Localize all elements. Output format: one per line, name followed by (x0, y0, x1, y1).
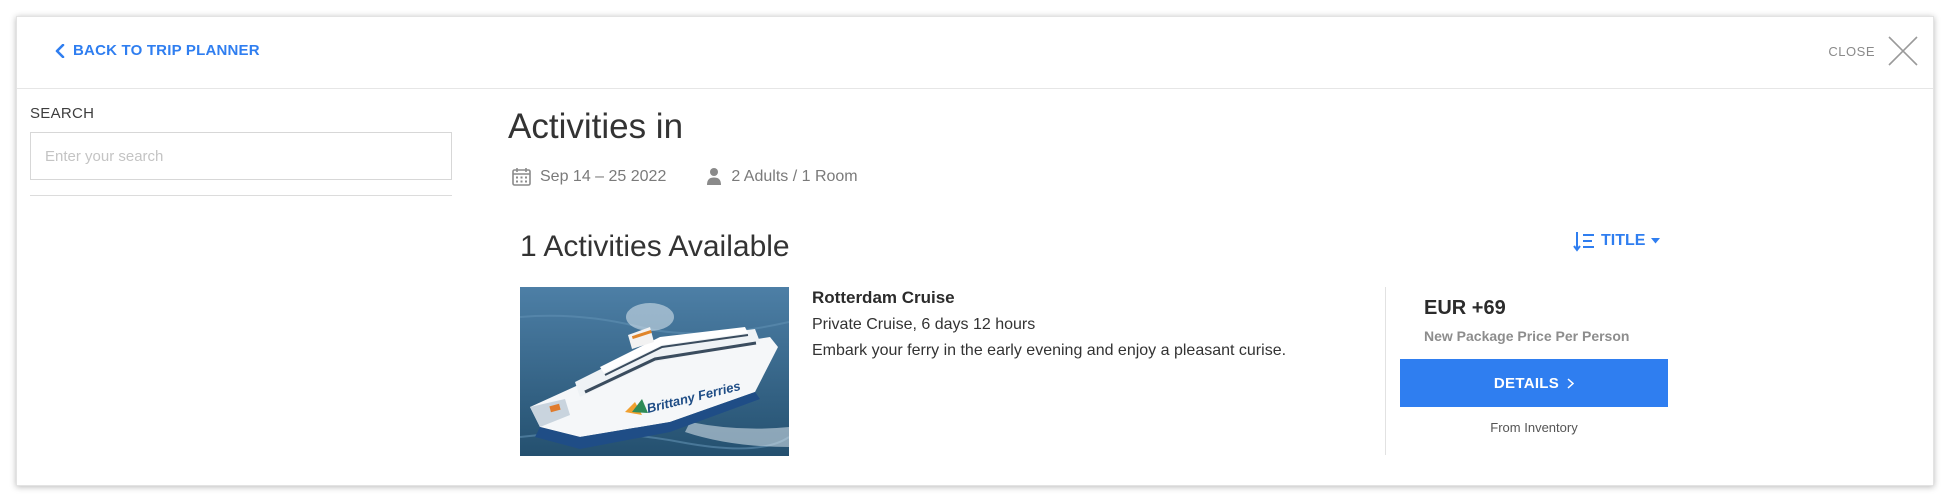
source-note: From Inventory (1490, 420, 1578, 435)
close-label: CLOSE (1828, 43, 1875, 59)
back-link-label: BACK TO TRIP PLANNER (73, 42, 260, 59)
activities-modal: BACK TO TRIP PLANNER CLOSE SEARCH Activi… (16, 16, 1934, 486)
trip-guests: 2 Adults / 1 Room (706, 167, 858, 186)
close-button[interactable]: CLOSE (1828, 35, 1919, 67)
calendar-icon (512, 168, 531, 186)
sort-label: TITLE (1601, 232, 1646, 249)
price-column: EUR +69 New Package Price Per Person DET… (1400, 287, 1682, 435)
sidebar-divider (30, 195, 452, 196)
details-button[interactable]: DETAILS (1400, 359, 1668, 407)
trip-dates: Sep 14 – 25 2022 (512, 167, 666, 186)
results-count: 1 Activities Available (520, 230, 790, 263)
close-icon (1888, 36, 1918, 66)
sort-dropdown[interactable]: TITLE (1573, 230, 1661, 252)
activity-price: EUR +69 (1424, 297, 1506, 319)
ferry-illustration: Brittany Ferries (520, 287, 789, 456)
caret-down-icon (1651, 238, 1661, 244)
trip-guests-text: 2 Adults / 1 Room (731, 167, 858, 185)
details-button-label: DETAILS (1493, 374, 1560, 392)
card-divider (1385, 287, 1386, 455)
back-to-trip-planner-link[interactable]: BACK TO TRIP PLANNER (55, 42, 260, 59)
trip-meta: Sep 14 – 25 2022 2 Adults / 1 Room (512, 167, 858, 186)
activity-info: Rotterdam Cruise Private Cruise, 6 days … (812, 288, 1372, 360)
activity-description: Embark your ferry in the early evening a… (812, 342, 1287, 359)
activity-card: Brittany Ferries Rotterdam Cruise Privat… (520, 287, 1682, 473)
chevron-left-icon (55, 43, 65, 58)
sort-icon (1573, 232, 1594, 252)
activity-name: Rotterdam Cruise (812, 288, 955, 307)
chevron-right-icon (1567, 377, 1575, 389)
person-icon (707, 168, 722, 185)
page-title: Activities in (508, 107, 684, 146)
modal-header: BACK TO TRIP PLANNER CLOSE (17, 17, 1933, 89)
search-label: SEARCH (30, 105, 95, 122)
activity-subtitle: Private Cruise, 6 days 12 hours (812, 316, 1036, 333)
search-input[interactable] (30, 132, 452, 180)
price-note: New Package Price Per Person (1424, 328, 1630, 344)
activity-image[interactable]: Brittany Ferries (520, 287, 789, 456)
search-sidebar: SEARCH (30, 105, 452, 196)
trip-dates-text: Sep 14 – 25 2022 (540, 167, 667, 185)
